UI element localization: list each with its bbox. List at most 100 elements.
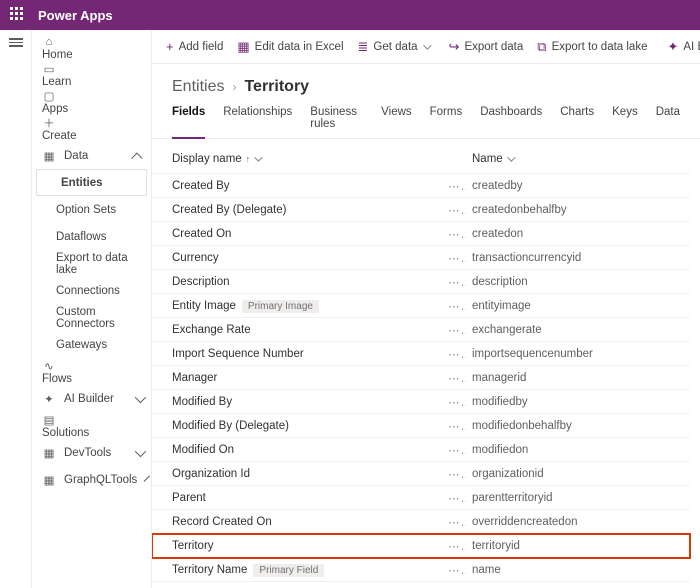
waffle-icon[interactable] <box>10 7 26 23</box>
table-row[interactable]: Description ⋯description <box>152 270 690 294</box>
row-menu-button[interactable]: ⋯ <box>442 366 466 390</box>
sidebar-item-label: Custom Connectors <box>56 306 115 330</box>
schema-name: managerid <box>466 366 690 390</box>
table-row[interactable]: Created On⋯createdon <box>152 222 690 246</box>
sidebar-item-create[interactable]: ＋Create <box>32 115 151 142</box>
sidebar-item-learn[interactable]: ▭Learn <box>32 61 151 88</box>
sidebar-item-label: DevTools <box>64 447 111 459</box>
row-menu-button[interactable]: ⋯ <box>442 558 466 582</box>
row-menu-button[interactable]: ⋯ <box>442 222 466 246</box>
table-row[interactable]: Exchange Rate⋯exchangerate <box>152 318 690 342</box>
schema-name: createdonbehalfby <box>466 198 690 222</box>
tab-charts[interactable]: Charts <box>560 106 594 138</box>
tab-relationships[interactable]: Relationships <box>223 106 292 138</box>
breadcrumb-parent[interactable]: Entities <box>172 78 224 96</box>
sidebar-item-label: Dataflows <box>56 231 107 243</box>
table-row[interactable]: Organization Id⋯organizationid <box>152 462 690 486</box>
column-header-display[interactable]: Display name↑ <box>152 139 442 174</box>
row-menu-button[interactable]: ⋯ <box>442 198 466 222</box>
tab-forms[interactable]: Forms <box>430 106 463 138</box>
table-row[interactable]: Created By (Delegate)⋯createdonbehalfby <box>152 198 690 222</box>
display-name: Manager <box>172 372 217 384</box>
table-row[interactable]: Modified On⋯modifiedon <box>152 438 690 462</box>
get-data-button[interactable]: ≣Get data <box>352 30 435 63</box>
tab-keys[interactable]: Keys <box>612 106 638 138</box>
row-menu-button[interactable]: ⋯ <box>442 342 466 366</box>
table-row[interactable]: Parent⋯parentterritoryid <box>152 486 690 510</box>
schema-name: parentterritoryid <box>466 486 690 510</box>
sidebar-item-dataflows[interactable]: Dataflows <box>32 223 151 250</box>
edit-excel-button[interactable]: ▦Edit data in Excel <box>231 30 349 63</box>
row-menu-button[interactable]: ⋯ <box>442 414 466 438</box>
sidebar-item-graphqltools[interactable]: ▦GraphQLTools <box>32 466 151 493</box>
sidebar-item-label: Create <box>42 130 77 142</box>
sidebar-item-custom-connectors[interactable]: Custom Connectors <box>32 304 151 331</box>
sidebar-item-gateways[interactable]: Gateways <box>32 331 151 358</box>
table-row[interactable]: Record Created On⋯overriddencreatedon <box>152 510 690 534</box>
gql-icon: ▦ <box>42 473 56 487</box>
chevron-down-icon <box>254 153 262 161</box>
schema-name: description <box>466 270 690 294</box>
sidebar-item-ai-builder[interactable]: ✦AI Builder <box>32 385 151 412</box>
sidebar-item-data[interactable]: ▦Data <box>32 142 151 169</box>
sidebar-item-label: Home <box>42 49 73 61</box>
row-menu-button[interactable]: ⋯ <box>442 510 466 534</box>
row-menu-button[interactable]: ⋯ <box>442 462 466 486</box>
table-row[interactable]: Currency⋯transactioncurrencyid <box>152 246 690 270</box>
table-row[interactable]: Modified By⋯modifiedby <box>152 390 690 414</box>
display-name: Description <box>172 276 230 288</box>
table-row[interactable]: Modified By (Delegate)⋯modifiedonbehalfb… <box>152 414 690 438</box>
tab-views[interactable]: Views <box>381 106 411 138</box>
sidebar-item-apps[interactable]: ▢Apps <box>32 88 151 115</box>
tab-business-rules[interactable]: Business rules <box>310 106 363 138</box>
tab-data[interactable]: Data <box>656 106 680 138</box>
sidebar-item-entities[interactable]: Entities <box>36 169 147 196</box>
sidebar-item-connections[interactable]: Connections <box>32 277 151 304</box>
table-row[interactable]: Territory NamePrimary Field⋯name <box>152 558 690 582</box>
add-field-button[interactable]: +Add field <box>160 30 229 63</box>
schema-name: name <box>466 558 690 582</box>
tab-fields[interactable]: Fields <box>172 106 205 139</box>
table-row[interactable]: Territory⋯territoryid <box>152 534 690 558</box>
field-tag: Primary Image <box>242 300 319 313</box>
row-menu-button[interactable]: ⋯ <box>442 534 466 558</box>
sidebar-item-solutions[interactable]: ▤Solutions <box>32 412 151 439</box>
row-menu-button[interactable]: ⋯ <box>442 318 466 342</box>
sidebar-item-export-to-data-lake[interactable]: Export to data lake <box>32 250 151 277</box>
sidebar-item-devtools[interactable]: ▦DevTools <box>32 439 151 466</box>
export-lake-button[interactable]: ⧉Export to data lake <box>531 30 653 63</box>
table-row[interactable]: Time Zone Rule Version Number⋯timezoneru… <box>152 582 690 588</box>
sidebar-item-label: Export to data lake <box>56 252 128 276</box>
table-row[interactable]: Import Sequence Number⋯importsequencenum… <box>152 342 690 366</box>
home-icon: ⌂ <box>42 35 56 49</box>
sidebar-item-label: Entities <box>61 177 103 189</box>
row-menu-button[interactable]: ⋯ <box>442 390 466 414</box>
column-header-name[interactable]: Name <box>466 139 690 174</box>
top-bar: Power Apps <box>0 0 700 30</box>
table-row[interactable]: Created By⋯createdby <box>152 174 690 198</box>
chevron-down-icon <box>507 153 515 161</box>
row-menu-button[interactable]: ⋯ <box>442 246 466 270</box>
row-menu-button[interactable]: ⋯ <box>442 294 466 318</box>
display-name: Import Sequence Number <box>172 348 304 360</box>
command-bar: +Add field ▦Edit data in Excel ≣Get data… <box>152 30 700 64</box>
schema-name: transactioncurrencyid <box>466 246 690 270</box>
sidebar-item-label: Solutions <box>42 427 89 439</box>
tab-dashboards[interactable]: Dashboards <box>480 106 542 138</box>
hamburger-icon[interactable] <box>9 38 23 47</box>
sidebar-item-home[interactable]: ⌂Home <box>32 34 151 61</box>
row-menu-button[interactable]: ⋯ <box>442 486 466 510</box>
table-row[interactable]: Manager ⋯managerid <box>152 366 690 390</box>
table-row[interactable]: Entity ImagePrimary Image⋯entityimage <box>152 294 690 318</box>
ai-icon: ✦ <box>42 392 56 406</box>
row-menu-button[interactable]: ⋯ <box>442 438 466 462</box>
display-name: Modified By <box>172 396 232 408</box>
row-menu-button[interactable]: ⋯ <box>442 174 466 198</box>
export-data-button[interactable]: ↪Export data <box>443 30 530 63</box>
row-menu-button[interactable]: ⋯ <box>442 582 466 588</box>
ai-builder-button[interactable]: ✦AI Builder <box>661 30 700 63</box>
sidebar-item-flows[interactable]: ∿Flows <box>32 358 151 385</box>
sidebar-item-option-sets[interactable]: Option Sets <box>32 196 151 223</box>
row-menu-button[interactable]: ⋯ <box>442 270 466 294</box>
chevron-icon <box>135 391 146 402</box>
